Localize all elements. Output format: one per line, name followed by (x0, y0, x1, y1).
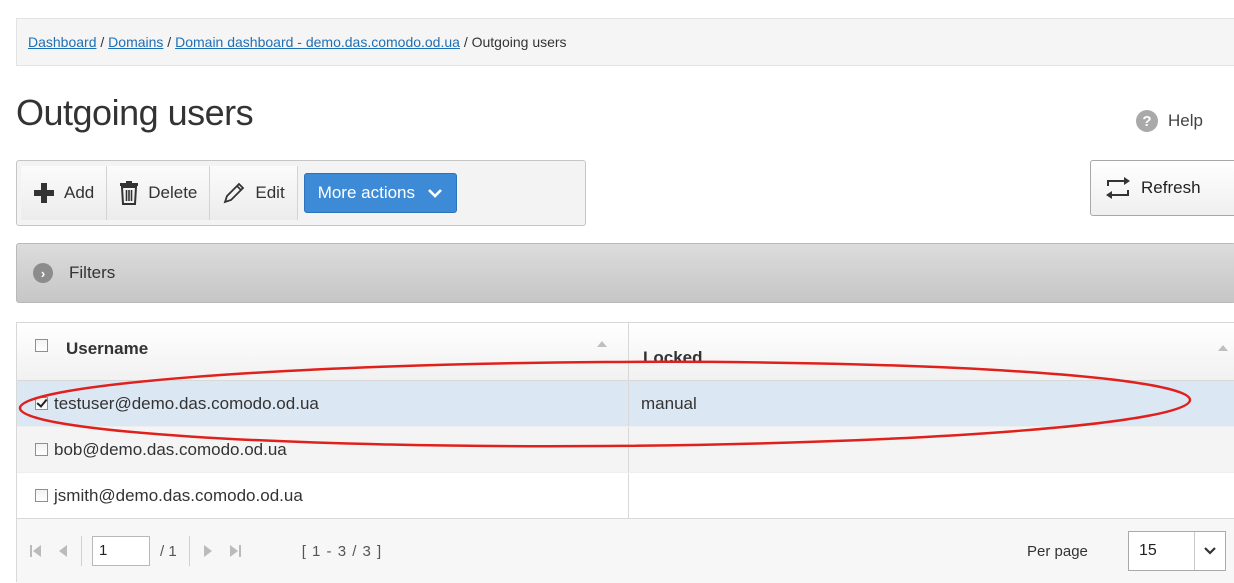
breadcrumb-separator: / (163, 34, 176, 50)
page-count: / 1 (160, 542, 177, 560)
refresh-label: Refresh (1141, 178, 1201, 197)
username-text: bob@demo.das.comodo.od.ua (54, 439, 287, 459)
cell-username: jsmith@demo.das.comodo.od.ua (17, 473, 629, 518)
table-row[interactable]: testuser@demo.das.comodo.od.ua manual (17, 381, 1234, 427)
add-button[interactable]: Add (21, 166, 108, 220)
more-actions-label: More actions (317, 183, 416, 202)
pencil-icon (223, 182, 245, 204)
username-text: testuser@demo.das.comodo.od.ua (54, 393, 319, 413)
row-checkbox[interactable] (35, 397, 48, 410)
username-text: jsmith@demo.das.comodo.od.ua (54, 485, 303, 505)
per-page-label: Per page (1027, 542, 1088, 560)
plus-icon (34, 183, 54, 203)
breadcrumb: Dashboard / Domains / Domain dashboard -… (16, 18, 1234, 66)
refresh-icon (1106, 177, 1130, 199)
refresh-button[interactable]: Refresh (1090, 160, 1234, 216)
table-header: Username Locked (17, 323, 1234, 381)
cell-username: testuser@demo.das.comodo.od.ua (17, 381, 629, 426)
breadcrumb-domain-dashboard-link[interactable]: Domain dashboard - demo.das.comodo.od.ua (175, 34, 460, 50)
row-checkbox[interactable] (35, 443, 48, 456)
cell-username: bob@demo.das.comodo.od.ua (17, 427, 629, 472)
locked-text: manual (641, 393, 697, 413)
help-icon: ? (1136, 110, 1158, 132)
page-title: Outgoing users (16, 92, 254, 133)
cell-locked: manual (629, 381, 1234, 426)
pager-divider (81, 536, 82, 566)
chevron-down-icon (1194, 532, 1225, 570)
trash-icon (120, 181, 139, 205)
breadcrumb-dashboard-link[interactable]: Dashboard (28, 34, 97, 50)
breadcrumb-separator: / (459, 34, 472, 50)
chevron-down-icon (428, 189, 442, 198)
breadcrumb-current: Outgoing users (471, 34, 567, 50)
previous-page-icon[interactable] (55, 544, 69, 558)
filters-label: Filters (69, 263, 116, 282)
help-link[interactable]: ? Help (1136, 110, 1203, 132)
table-row[interactable]: bob@demo.das.comodo.od.ua (17, 427, 1234, 473)
select-all-checkbox[interactable] (35, 339, 48, 352)
help-label: Help (1168, 111, 1203, 130)
per-page-select[interactable]: 15 (1128, 531, 1226, 571)
toolbar: Add Delete Edit More actions (16, 160, 586, 226)
table-row[interactable]: jsmith@demo.das.comodo.od.ua (17, 473, 1234, 519)
per-page-value: 15 (1139, 542, 1157, 559)
edit-label: Edit (255, 183, 285, 202)
sort-arrow-icon (1218, 345, 1228, 351)
users-table: Username Locked testuser@demo.das.comodo… (16, 322, 1234, 583)
cell-locked (629, 427, 1234, 472)
add-label: Add (64, 183, 95, 202)
page-number-input[interactable]: 1 (92, 536, 150, 566)
delete-button[interactable]: Delete (107, 166, 211, 220)
more-actions-button[interactable]: More actions (303, 173, 458, 213)
breadcrumb-domains-link[interactable]: Domains (108, 34, 163, 50)
record-range: [ 1 - 3 / 3 ] (301, 542, 383, 560)
pager-divider (188, 536, 190, 566)
last-page-icon[interactable] (228, 544, 242, 558)
chevron-right-icon: › (33, 263, 53, 283)
column-header-locked-label: Locked (643, 347, 703, 367)
next-page-icon[interactable] (202, 544, 216, 558)
column-header-username-label: Username (66, 339, 149, 358)
edit-button[interactable]: Edit (210, 166, 298, 220)
filters-panel-toggle[interactable]: › Filters (16, 243, 1234, 303)
pager: 1 / 1 [ 1 - 3 / 3 ] Per page 15 (17, 518, 1234, 583)
row-checkbox[interactable] (35, 489, 48, 502)
column-header-locked[interactable]: Locked (629, 323, 1234, 380)
first-page-icon[interactable] (29, 544, 43, 558)
breadcrumb-separator: / (96, 34, 109, 50)
sort-arrow-icon (597, 341, 607, 347)
cell-locked (629, 473, 1234, 518)
column-header-username[interactable]: Username (17, 323, 629, 380)
delete-label: Delete (148, 183, 198, 202)
